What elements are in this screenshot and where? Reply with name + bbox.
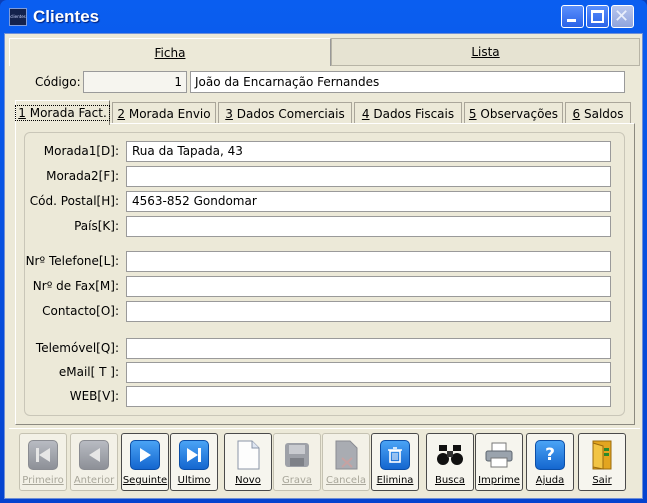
tab-dados-fiscais[interactable]: 4 Dados Fiscais [354, 102, 462, 124]
pais-row: País[K]: [25, 216, 625, 237]
binoculars-icon [435, 440, 465, 470]
client-name-field[interactable]: João da Encarnação Fernandes [190, 71, 625, 93]
last-icon [179, 440, 209, 470]
pais-label: País[K]: [74, 219, 119, 233]
title-bar[interactable]: clientes Clientes ✕ [4, 0, 643, 33]
tab-dados-comerciais[interactable]: 3 Dados Comerciais [218, 102, 352, 124]
cancel-document-icon [331, 440, 361, 470]
next-icon [130, 440, 160, 470]
minimize-button[interactable] [561, 5, 584, 28]
cod-postal-input[interactable]: 4563-852 Gondomar [126, 191, 611, 212]
address-group: Morada1[D]: Rua da Tapada, 43 Morada2[F]… [24, 132, 625, 416]
morada1-input[interactable]: Rua da Tapada, 43 [126, 141, 611, 162]
email-row: eMail[ T ]: [25, 362, 625, 383]
web-input[interactable] [126, 386, 611, 407]
window-title: Clientes [33, 6, 100, 26]
contacto-row: Contacto[O]: [25, 301, 625, 322]
delete-button[interactable]: Elimina [371, 433, 419, 491]
first-button[interactable]: Primeiro [19, 433, 67, 491]
last-button[interactable]: Ultimo [170, 433, 218, 491]
cancel-button[interactable]: Cancela [322, 433, 370, 491]
contacto-label: Contacto[O]: [42, 304, 119, 318]
app-logo-icon[interactable]: clientes [9, 7, 27, 26]
telemovel-input[interactable] [126, 338, 611, 359]
tab-saldos[interactable]: 6 Saldos [565, 102, 631, 124]
record-toolbar: Primeiro Anterior Seguinte Ultimo Novo G… [9, 428, 640, 495]
tab-observacoes[interactable]: 5 Observações [464, 102, 563, 124]
trash-icon [380, 440, 410, 470]
save-disk-icon [282, 440, 312, 470]
previous-button[interactable]: Anterior [70, 433, 118, 491]
next-button[interactable]: Seguinte [121, 433, 169, 491]
morada1-label: Morada1[D]: [43, 144, 119, 158]
exit-door-icon [587, 440, 617, 470]
search-button[interactable]: Busca [426, 433, 474, 491]
cod-postal-row: Cód. Postal[H]: 4563-852 Gondomar [25, 191, 625, 212]
code-row: Código: 1 João da Encarnação Fernandes [35, 71, 635, 93]
telemovel-row: Telemóvel[Q]: [25, 338, 625, 359]
tab-ficha[interactable]: Ficha [9, 38, 331, 66]
telefone-input[interactable] [126, 251, 611, 272]
printer-icon [484, 440, 514, 470]
maximize-icon [591, 10, 604, 23]
morada2-label: Morada2[F]: [46, 169, 119, 183]
sub-tabs: 1 Morada Fact. 2 Morada Envio 3 Dados Co… [15, 100, 635, 125]
previous-icon [79, 440, 109, 470]
cod-postal-label: Cód. Postal[H]: [29, 194, 119, 208]
help-button[interactable]: ? Ajuda [526, 433, 574, 491]
morada2-row: Morada2[F]: [25, 166, 625, 187]
close-icon: ✕ [614, 6, 630, 27]
clientes-window: clientes Clientes ✕ Ficha Lista Código: … [0, 0, 647, 503]
first-icon [28, 440, 58, 470]
contacto-input[interactable] [126, 301, 611, 322]
new-button[interactable]: Novo [224, 433, 272, 491]
tab-morada-fact[interactable]: 1 Morada Fact. [15, 100, 110, 125]
morada1-row: Morada1[D]: Rua da Tapada, 43 [25, 141, 625, 162]
fax-input[interactable] [126, 276, 611, 297]
morada-fact-panel: Morada1[D]: Rua da Tapada, 43 Morada2[F]… [15, 123, 635, 425]
email-input[interactable] [126, 362, 611, 383]
telemovel-label: Telemóvel[Q]: [35, 341, 119, 355]
save-button[interactable]: Grava [273, 433, 321, 491]
new-document-icon [233, 440, 263, 470]
tab-lista[interactable]: Lista [331, 38, 640, 66]
form-body: Ficha Lista Código: 1 João da Encarnação… [4, 33, 643, 499]
maximize-button[interactable] [586, 5, 609, 28]
code-field[interactable]: 1 [83, 71, 187, 93]
email-label: eMail[ T ]: [58, 365, 119, 379]
help-icon: ? [535, 440, 565, 470]
exit-button[interactable]: Sair [578, 433, 626, 491]
print-button[interactable]: Imprime [475, 433, 523, 491]
web-row: WEB[V]: [25, 386, 625, 407]
telefone-row: Nrº Telefone[L]: [25, 251, 625, 272]
fax-label: Nrº de Fax[M]: [32, 279, 119, 293]
telefone-label: Nrº Telefone[L]: [25, 254, 119, 268]
close-button[interactable]: ✕ [611, 5, 634, 28]
morada2-input[interactable] [126, 166, 611, 187]
pais-input[interactable] [126, 216, 611, 237]
minimize-icon [567, 19, 576, 22]
fax-row: Nrº de Fax[M]: [25, 276, 625, 297]
tab-morada-envio[interactable]: 2 Morada Envio [112, 102, 216, 124]
web-label: WEB[V]: [69, 389, 119, 403]
main-tabs: Ficha Lista [9, 38, 640, 66]
code-label: Código: [35, 75, 81, 89]
